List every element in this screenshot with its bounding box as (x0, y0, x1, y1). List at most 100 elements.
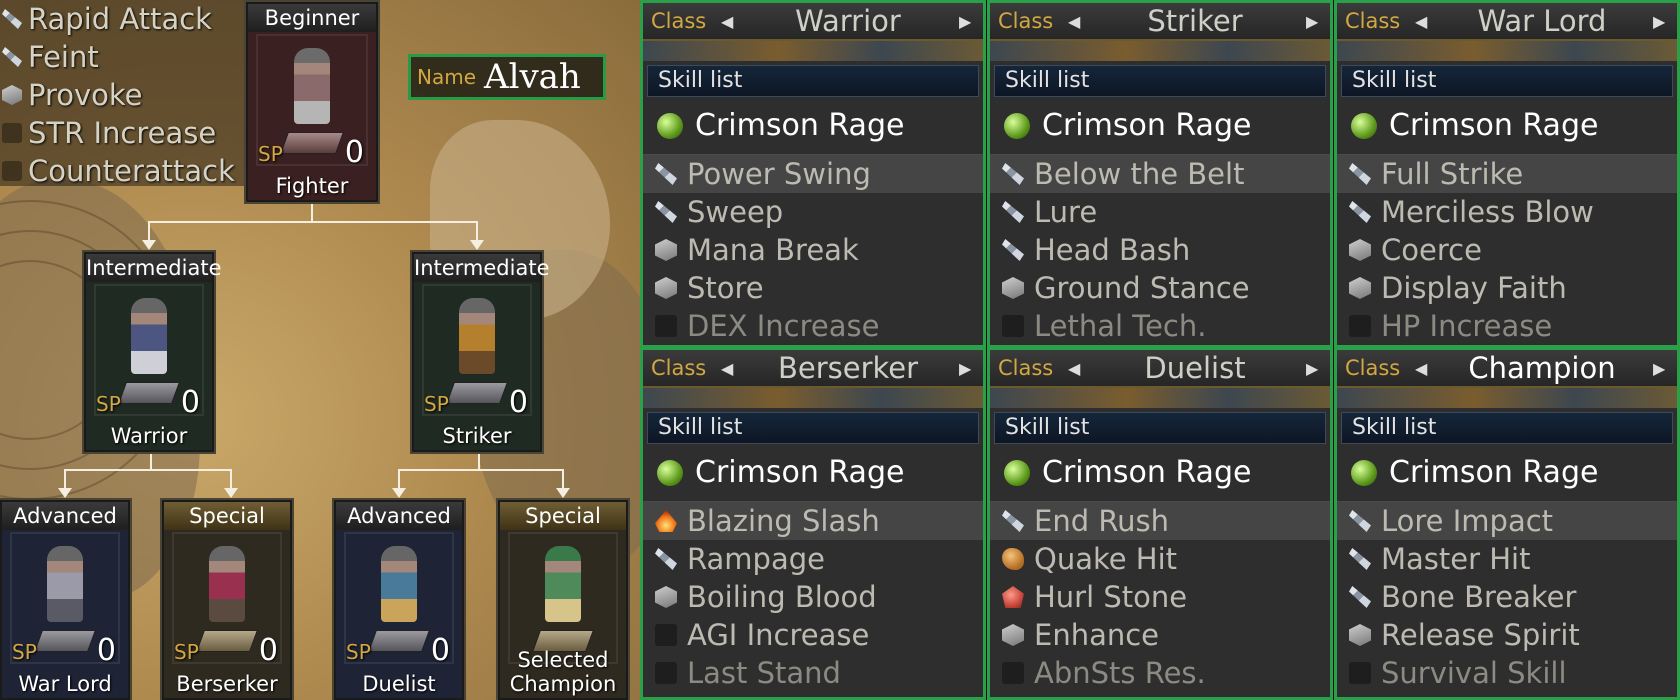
skill-item[interactable]: Lethal Tech. (990, 307, 1330, 345)
skill-item[interactable]: Mana Break (643, 231, 983, 269)
skill-item[interactable]: Coerce (1337, 231, 1677, 269)
skill-item[interactable]: Merciless Blow (1337, 193, 1677, 231)
class-name: Berserker (777, 351, 919, 385)
class-key-label: Class (1345, 9, 1401, 33)
skill-item[interactable]: Master Hit (1337, 540, 1677, 578)
job-node-warlord[interactable]: Advanced SP 0 War Lord (0, 500, 130, 700)
equipped-skill-label: Crimson Rage (695, 108, 905, 143)
skill-label: Below the Belt (1034, 157, 1245, 191)
job-node-berserker[interactable]: Special SP 0 Berserker (162, 500, 292, 700)
skill-item[interactable]: Release Spirit (1337, 616, 1677, 654)
skill-item[interactable]: Hurl Stone (990, 578, 1330, 616)
skill-label: Hurl Stone (1034, 580, 1188, 614)
arrow-left-icon[interactable]: ◀ (1415, 359, 1431, 378)
skill-item[interactable]: Display Faith (1337, 269, 1677, 307)
class-key-label: Class (651, 9, 707, 33)
job-node-striker[interactable]: Intermediate SP 0 Striker (412, 252, 550, 452)
arrow-right-icon[interactable]: ▶ (959, 359, 975, 378)
skill-item[interactable]: Survival Skill (1337, 654, 1677, 692)
skill-label: Power Swing (687, 157, 871, 191)
skill-item[interactable]: Boiling Blood (643, 578, 983, 616)
arrow-right-icon[interactable]: ▶ (959, 12, 975, 31)
skill-item[interactable]: Feint (0, 38, 250, 76)
skill-item[interactable]: Power Swing (643, 155, 983, 193)
skill-item[interactable]: Full Strike (1337, 155, 1677, 193)
sword-icon (1002, 163, 1024, 185)
class-panel-champion: Class ◀ Champion ▶ Skill list Crimson Rage Lor… (1334, 347, 1680, 700)
skill-item[interactable]: Lore Impact (1337, 502, 1677, 540)
sp-label: SP (96, 392, 121, 416)
class-selector[interactable]: Class ◀ War Lord ▶ (1337, 3, 1677, 41)
job-node-duelist[interactable]: Advanced SP 0 Duelist (334, 500, 464, 700)
job-node-champion[interactable]: Special Selected Champion (498, 500, 628, 700)
equipped-skill[interactable]: Crimson Rage (1337, 97, 1677, 155)
skill-item[interactable]: Provoke (0, 76, 250, 114)
skill-item[interactable]: Enhance (990, 616, 1330, 654)
skill-label: Lore Impact (1381, 504, 1554, 538)
skill-item[interactable]: Below the Belt (990, 155, 1330, 193)
fighter-sprite (294, 48, 330, 124)
class-selector[interactable]: Class ◀ Warrior ▶ (643, 3, 983, 41)
stone-icon (1002, 586, 1024, 608)
skill-label: Merciless Blow (1381, 195, 1594, 229)
pedestal (279, 132, 345, 154)
job-node-warrior[interactable]: Intermediate SP 0 Warrior (84, 252, 222, 452)
duelist-sprite (381, 546, 417, 622)
arrow-right-icon[interactable]: ▶ (1653, 359, 1669, 378)
skill-item[interactable]: DEX Increase (643, 307, 983, 345)
skill-item[interactable]: HP Increase (1337, 307, 1677, 345)
skill-item[interactable]: AbnSts Res. (990, 654, 1330, 692)
skill-item[interactable]: AGI Increase (643, 616, 983, 654)
equipped-skill[interactable]: Crimson Rage (990, 444, 1330, 502)
skill-item[interactable]: End Rush (990, 502, 1330, 540)
equipped-skill[interactable]: Crimson Rage (990, 97, 1330, 155)
arrow-right-icon[interactable]: ▶ (1306, 12, 1322, 31)
skill-item[interactable]: Lure (990, 193, 1330, 231)
name-label: Name (417, 65, 477, 89)
skill-item[interactable]: Blazing Slash (643, 502, 983, 540)
arrow-left-icon[interactable]: ◀ (721, 12, 737, 31)
arrow-left-icon[interactable]: ◀ (1415, 12, 1431, 31)
arrow-right-icon[interactable]: ▶ (1306, 359, 1322, 378)
class-selector[interactable]: Class ◀ Duelist ▶ (990, 350, 1330, 388)
skill-item[interactable]: Head Bash (990, 231, 1330, 269)
skill-item[interactable]: Bone Breaker (1337, 578, 1677, 616)
skill-item[interactable]: STR Increase (0, 114, 250, 152)
arrow-right-icon[interactable]: ▶ (1653, 12, 1669, 31)
skill-item[interactable]: Rampage (643, 540, 983, 578)
berserker-sprite (209, 546, 245, 622)
skill-list-header: Skill list (647, 65, 979, 97)
striker-sprite (459, 298, 495, 374)
arrow-left-icon[interactable]: ◀ (1068, 12, 1084, 31)
job-node-fighter[interactable]: Beginner SP 0 Fighter (246, 2, 378, 202)
equipped-skill[interactable]: Crimson Rage (643, 444, 983, 502)
arrow-left-icon[interactable]: ◀ (1068, 359, 1084, 378)
class-selector[interactable]: Class ◀ Berserker ▶ (643, 350, 983, 388)
arrow-left-icon[interactable]: ◀ (721, 359, 737, 378)
skill-label: AGI Increase (687, 618, 870, 652)
skill-item[interactable]: Rapid Attack (0, 0, 250, 38)
class-selector[interactable]: Class ◀ Striker ▶ (990, 3, 1330, 41)
class-selector[interactable]: Class ◀ Champion ▶ (1337, 350, 1677, 388)
skill-label: Lure (1034, 195, 1098, 229)
pedestal (445, 382, 509, 404)
class-name: Duelist (1144, 351, 1246, 385)
equipped-skill[interactable]: Crimson Rage (643, 97, 983, 155)
skill-item[interactable]: Ground Stance (990, 269, 1330, 307)
job-rank: Advanced (336, 502, 462, 530)
skill-item[interactable]: Counterattack (0, 152, 250, 190)
sp-label: SP (258, 142, 283, 166)
skill-item[interactable]: Quake Hit (990, 540, 1330, 578)
skill-item[interactable]: Sweep (643, 193, 983, 231)
job-class-name: Fighter (275, 174, 349, 198)
equipped-skill[interactable]: Crimson Rage (1337, 444, 1677, 502)
skill-item[interactable]: Last Stand (643, 654, 983, 692)
header-divider-band (643, 41, 983, 61)
skill-label: HP Increase (1381, 309, 1553, 343)
skill-label: STR Increase (28, 116, 217, 150)
skill-list-overlay: Rapid Attack Feint Provoke STR Increase … (0, 0, 250, 188)
skill-label: Rampage (687, 542, 825, 576)
orb-icon (1004, 459, 1030, 486)
cube-icon (1349, 239, 1371, 261)
skill-item[interactable]: Store (643, 269, 983, 307)
